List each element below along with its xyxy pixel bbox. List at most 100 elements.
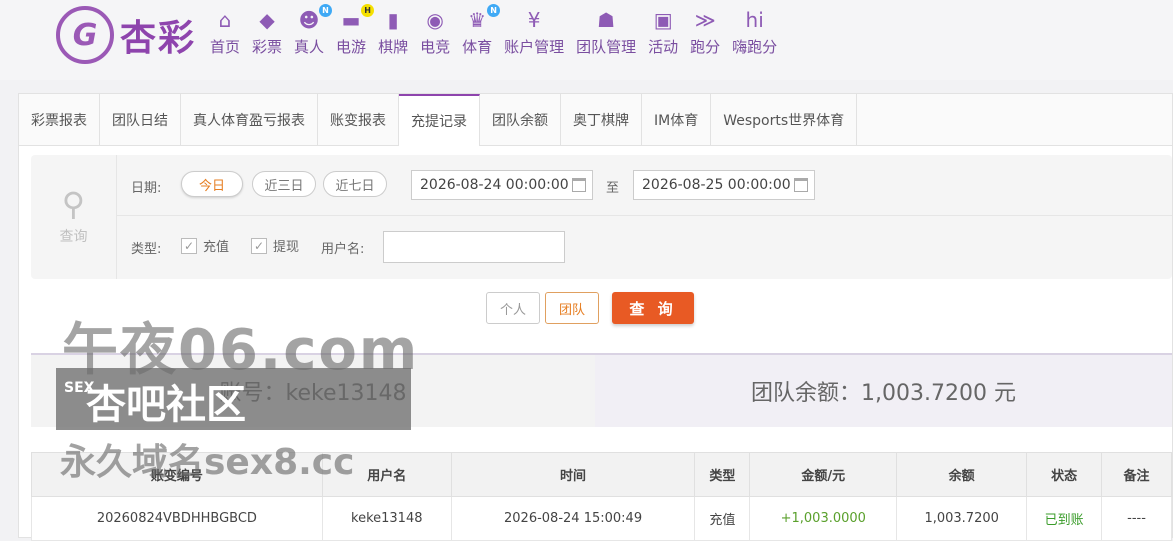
nav-item[interactable]: hi 嗨跑分	[732, 8, 777, 57]
report-tabs: 彩票报表 团队日结 真人体育盈亏报表 账变报表 充提记录 团队余额 奥丁棋牌 IM体育 Wesp…	[19, 94, 1172, 146]
report-tab[interactable]: 真人体育盈亏报表	[181, 94, 318, 145]
column-header[interactable]: 余额	[896, 452, 1028, 497]
table-cell: 2026-08-24 15:00:49	[450, 496, 696, 541]
yen-coin-icon: ¥	[527, 8, 541, 32]
controller-icon: ◉	[426, 8, 444, 32]
nav-item-label: 棋牌	[378, 38, 409, 56]
last-7-days-button[interactable]: 近七日	[323, 171, 387, 197]
table-cell: 1,003.7200	[896, 496, 1028, 541]
ticket-icon: ◆	[259, 8, 275, 32]
type-deposit-label: 充值	[203, 240, 230, 255]
gift-icon: ▣	[653, 8, 673, 32]
table-row[interactable]: 20260824VBDHHBGBCD keke13148 2026-08-24 15…	[31, 496, 1172, 541]
nav-item[interactable]: ☗ 团队管理	[576, 8, 636, 57]
logo-mark-icon: G	[56, 6, 114, 64]
nav-item-label: 彩票	[252, 38, 283, 56]
nav-item-label: 账户管理	[504, 38, 565, 56]
report-tab[interactable]: Wesports世界体育	[711, 94, 858, 145]
column-header[interactable]: 类型	[694, 452, 751, 497]
site-logo[interactable]: G 杏彩	[56, 6, 196, 64]
username-input[interactable]	[383, 231, 565, 263]
type-deposit-checkbox[interactable]: ✓ 充值	[181, 236, 229, 255]
nav-item-label: 活动	[648, 38, 679, 56]
trophy-icon: ♛ N	[464, 4, 501, 32]
checkmark-icon: ✓	[181, 237, 197, 254]
report-tab[interactable]: 账变报表	[318, 94, 399, 145]
nav-item[interactable]: ▮ 棋牌	[378, 8, 408, 57]
table-cell: keke13148	[321, 496, 452, 541]
records-table: 账变编号 用户名 时间 类型 金额/元 余额 状态 备注 20260824VBDHHBGBCD…	[31, 452, 1172, 541]
main-nav: ⌂ 首页 ◆ 彩票 ☻ N 真人 ▬ H 电游 ▮ 棋牌 ◉ 电竞 ♛ N 体育 ¥ 账户管理 ☗ 团队管理 ▣ 活动 ≫ 跑分…	[210, 4, 789, 57]
table-cell: 已到账	[1026, 496, 1103, 541]
column-header[interactable]: 状态	[1026, 452, 1103, 497]
home-icon: ⌂	[218, 8, 232, 32]
logo-text: 杏彩	[120, 18, 197, 59]
nav-item-label: 电游	[336, 38, 367, 56]
date-row: 日期: 今日 近三日 近七日 2026-08-24 00:00:00 至 202…	[117, 155, 1172, 216]
report-tab[interactable]: 彩票报表	[19, 94, 100, 145]
nav-item-label: 真人	[294, 38, 325, 56]
table-cell: 充值	[694, 496, 751, 541]
table-cell: 20260824VBDHHBGBCD	[31, 496, 323, 541]
hi-icon: hi	[745, 8, 764, 32]
nav-item[interactable]: ◆ 彩票	[252, 8, 282, 57]
column-header[interactable]: 备注	[1101, 452, 1172, 497]
calendar-icon[interactable]	[572, 178, 586, 192]
account-summary: 账号：keke13148	[31, 355, 595, 427]
table-cell: ----	[1101, 496, 1172, 541]
nav-item[interactable]: ¥ 账户管理	[504, 8, 564, 57]
nav-item-label: 嗨跑分	[732, 38, 778, 56]
column-header[interactable]: 金额/元	[749, 452, 898, 497]
team-icon: ☗	[597, 8, 616, 32]
report-tab[interactable]: 充提记录	[399, 94, 480, 146]
search-icon: ⚲	[61, 185, 86, 223]
nav-item-label: 团队管理	[576, 38, 637, 56]
date-label: 日期:	[131, 181, 162, 196]
nav-item[interactable]: ♛ N 体育	[462, 4, 501, 57]
end-date-input[interactable]: 2026-08-25 00:00:00	[633, 170, 815, 200]
start-date-input[interactable]: 2026-08-24 00:00:00	[411, 170, 593, 200]
team-balance-summary: 团队余额：1,003.7200 元	[595, 355, 1172, 427]
cards-icon: ▮	[387, 8, 399, 32]
summary-bar: 账号：keke13148 团队余额：1,003.7200 元	[31, 353, 1172, 427]
nav-badge: N	[487, 4, 501, 17]
gamepad-icon: ▬ H	[338, 4, 375, 32]
username-label: 用户名:	[321, 242, 365, 257]
team-button[interactable]: 团队	[545, 292, 599, 324]
nav-item-label: 体育	[462, 38, 493, 56]
to-label: 至	[606, 181, 620, 196]
nav-item[interactable]: ▬ H 电游	[336, 4, 375, 57]
nav-item-label: 跑分	[690, 38, 721, 56]
table-header-row: 账变编号 用户名 时间 类型 金额/元 余额 状态 备注	[31, 452, 1172, 497]
table-body: 20260824VBDHHBGBCD keke13148 2026-08-24 15…	[31, 496, 1172, 541]
report-tab[interactable]: 团队余额	[480, 94, 561, 145]
checkmark-icon: ✓	[251, 237, 267, 254]
nav-badge: N	[319, 4, 333, 17]
report-tab[interactable]: IM体育	[642, 94, 712, 145]
today-button[interactable]: 今日	[181, 171, 243, 197]
nav-item[interactable]: ☻ N 真人	[294, 4, 333, 57]
column-header[interactable]: 用户名	[321, 452, 452, 497]
last-3-days-button[interactable]: 近三日	[252, 171, 316, 197]
nav-item[interactable]: ≫ 跑分	[690, 8, 720, 57]
dealer-icon: ☻ N	[296, 4, 333, 32]
column-header[interactable]: 时间	[450, 452, 696, 497]
nav-item[interactable]: ◉ 电竞	[420, 8, 450, 57]
top-navigation-bar: G 杏彩 ⌂ 首页 ◆ 彩票 ☻ N 真人 ▬ H 电游 ▮ 棋牌 ◉ 电竞 ♛ N 体育 ¥ 账户管理 ☗ 团队管理 ▣…	[0, 0, 1173, 80]
end-date-value: 2026-08-25 00:00:00	[642, 177, 791, 193]
table-cell: +1,003.0000	[749, 496, 898, 541]
calendar-icon[interactable]	[794, 178, 808, 192]
report-tab[interactable]: 团队日结	[100, 94, 181, 145]
type-row: 类型: ✓ 充值 ✓ 提现 用户名:	[117, 216, 1172, 279]
column-header[interactable]: 账变编号	[31, 452, 323, 497]
nav-item[interactable]: ▣ 活动	[648, 8, 678, 57]
nav-item[interactable]: ⌂ 首页	[210, 8, 240, 57]
query-button[interactable]: 查 询	[612, 292, 694, 324]
type-withdraw-label: 提现	[273, 240, 300, 255]
start-date-value: 2026-08-24 00:00:00	[420, 177, 569, 193]
nav-item-label: 电竞	[420, 38, 451, 56]
report-tab[interactable]: 奥丁棋牌	[561, 94, 642, 145]
type-withdraw-checkbox[interactable]: ✓ 提现	[251, 236, 299, 255]
personal-button[interactable]: 个人	[486, 292, 540, 324]
nav-item-label: 首页	[210, 38, 241, 56]
